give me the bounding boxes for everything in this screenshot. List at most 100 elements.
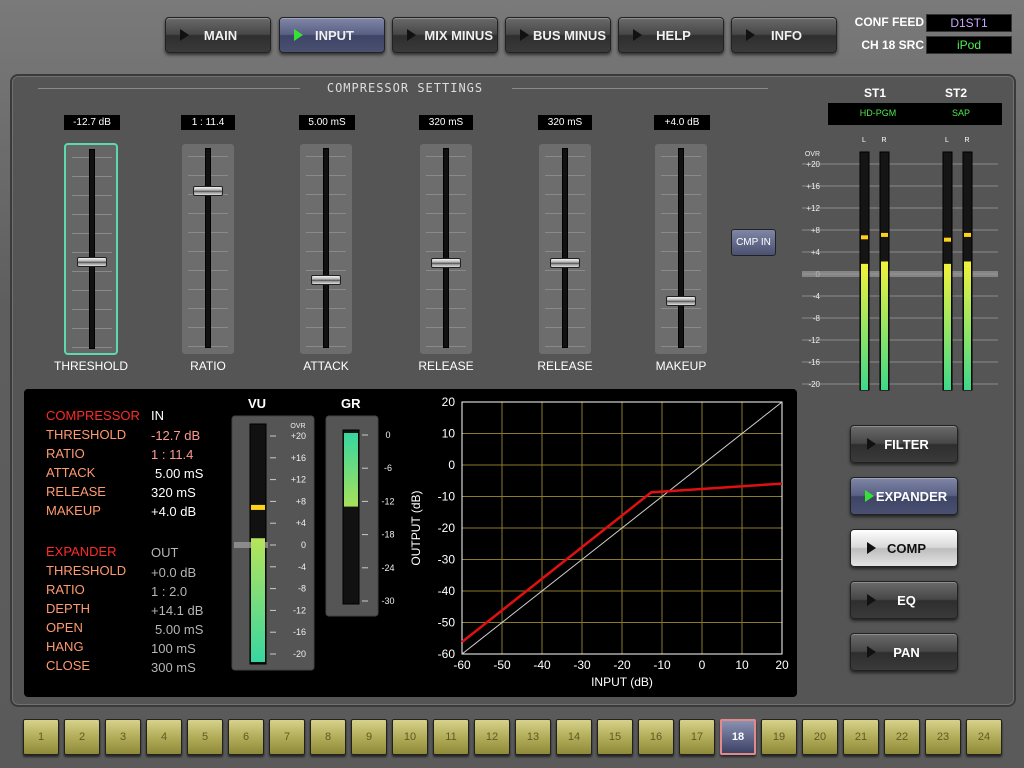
channel-button-8[interactable]: 8 [310, 719, 346, 755]
vu-scale-label: +16 [291, 453, 306, 463]
channel-button-18[interactable]: 18 [720, 719, 756, 755]
comp-in-button[interactable]: CMP IN [731, 229, 776, 256]
vu-scale-label: +8 [296, 496, 306, 506]
nav-main-button[interactable]: MAIN [165, 17, 271, 53]
nav-bus-minus-button[interactable]: BUS MINUS [505, 17, 611, 53]
pan-button[interactable]: PAN [850, 633, 958, 671]
channel-button-19[interactable]: 19 [761, 719, 797, 755]
meter-channel-label: R [964, 137, 969, 144]
nav-input-button[interactable]: INPUT [279, 17, 385, 53]
channel-button-13[interactable]: 13 [515, 719, 551, 755]
makeup-fader[interactable] [654, 143, 708, 355]
compressor-state: IN [151, 408, 164, 423]
channel-button-10[interactable]: 10 [392, 719, 428, 755]
title-divider-right [512, 88, 768, 89]
exp-depth-label: DEPTH [46, 601, 91, 616]
arrow-right-icon [746, 29, 755, 41]
channel-button-12[interactable]: 12 [474, 719, 510, 755]
fader-knob[interactable] [77, 257, 107, 268]
title-divider-left [38, 88, 300, 89]
exp-hang-value: 100 mS [151, 641, 196, 656]
nav-help-button[interactable]: HELP [618, 17, 724, 53]
threshold-label: THRESHOLD [53, 359, 128, 373]
fader-knob[interactable] [311, 275, 341, 286]
meter-scale-ovr: OVR [805, 151, 820, 158]
channel-button-16[interactable]: 16 [638, 719, 674, 755]
release-fader[interactable] [419, 143, 473, 355]
makeup-label: MAKEUP [655, 359, 707, 373]
x-tick-label: -20 [613, 658, 631, 672]
channel-button-2[interactable]: 2 [64, 719, 100, 755]
fader-track [562, 148, 568, 348]
channel-button-23[interactable]: 23 [925, 719, 961, 755]
ch-src-value[interactable]: iPod [926, 36, 1012, 54]
expander-button[interactable]: EXPANDER [850, 477, 958, 515]
channel-button-3[interactable]: 3 [105, 719, 141, 755]
meter-scale-label: +16 [806, 182, 820, 191]
attack-fader[interactable] [299, 143, 353, 355]
arrow-right-icon [865, 490, 874, 502]
fader-knob[interactable] [666, 296, 696, 307]
vu-scale-label: +20 [291, 431, 306, 441]
channel-button-6[interactable]: 6 [228, 719, 264, 755]
exp-ratio-label: RATIO [46, 582, 85, 597]
channel-button-14[interactable]: 14 [556, 719, 592, 755]
fader-knob[interactable] [550, 258, 580, 269]
nav-mix-minus-button[interactable]: MIX MINUS [392, 17, 498, 53]
channel-button-7[interactable]: 7 [269, 719, 305, 755]
channel-button-17[interactable]: 17 [679, 719, 715, 755]
channel-button-1[interactable]: 1 [23, 719, 59, 755]
arrow-right-icon [867, 594, 876, 606]
release-2-fader[interactable] [538, 143, 592, 355]
attack-value: 5.00 mS [299, 115, 355, 130]
gr-level-fill [344, 433, 358, 507]
fader-track [89, 149, 95, 349]
meter-scale-label: -12 [808, 336, 820, 345]
y-tick-label: -30 [438, 553, 456, 567]
y-tick-label: -50 [438, 616, 456, 630]
ratio-value: 1 : 11.4 [181, 115, 235, 130]
y-tick-label: 0 [448, 458, 455, 472]
channel-button-22[interactable]: 22 [884, 719, 920, 755]
meter-scale-label: -8 [813, 314, 821, 323]
x-tick-label: -60 [453, 658, 471, 672]
comp-attack-label: ATTACK [46, 465, 96, 480]
meter-channel-label: R [881, 137, 886, 144]
meter-scale-label: +8 [811, 226, 821, 235]
filter-button[interactable]: FILTER [850, 425, 958, 463]
meter-channel-label: L [862, 137, 866, 144]
exp-depth-value: +14.1 dB [151, 603, 204, 618]
expander-state: OUT [151, 545, 179, 560]
ratio-fader[interactable] [181, 143, 235, 355]
channel-button-5[interactable]: 5 [187, 719, 223, 755]
st2-source: SAP [951, 108, 970, 118]
x-tick-label: -40 [533, 658, 551, 672]
meter-level-fill [881, 261, 888, 390]
nav-info-button[interactable]: INFO [731, 17, 837, 53]
makeup-value: +4.0 dB [654, 115, 710, 130]
eq-button[interactable]: EQ [850, 581, 958, 619]
channel-button-9[interactable]: 9 [351, 719, 387, 755]
transfer-curve-chart: -60 -50 -40 -30 -20 -10 0 10 20 20 10 0 -10 -20 -30 -40… [409, 395, 789, 689]
exp-close-label: CLOSE [46, 658, 91, 673]
channel-button-20[interactable]: 20 [802, 719, 838, 755]
comp-makeup-label: MAKEUP [46, 503, 101, 518]
y-tick-label: 10 [442, 427, 456, 441]
conf-feed-value[interactable]: D1ST1 [926, 14, 1012, 32]
channel-button-4[interactable]: 4 [146, 719, 182, 755]
output-meters: OVR+20+16+12+8+40-4-8-12-16-20LRLR [802, 137, 998, 391]
comp-button[interactable]: COMP [850, 529, 958, 567]
x-tick-label: 0 [699, 658, 706, 672]
conf-feed-label: CONF FEED [854, 15, 924, 29]
threshold-value: -12.7 dB [64, 115, 120, 130]
channel-button-15[interactable]: 15 [597, 719, 633, 755]
channel-button-11[interactable]: 11 [433, 719, 469, 755]
exp-open-label: OPEN [46, 620, 83, 635]
fader-knob[interactable] [431, 258, 461, 269]
y-tick-label: -40 [438, 584, 456, 598]
fader-knob[interactable] [193, 186, 223, 196]
channel-button-21[interactable]: 21 [843, 719, 879, 755]
threshold-fader[interactable] [64, 143, 118, 355]
channel-button-24[interactable]: 24 [966, 719, 1002, 755]
release-2-label: RELEASE [537, 359, 593, 373]
